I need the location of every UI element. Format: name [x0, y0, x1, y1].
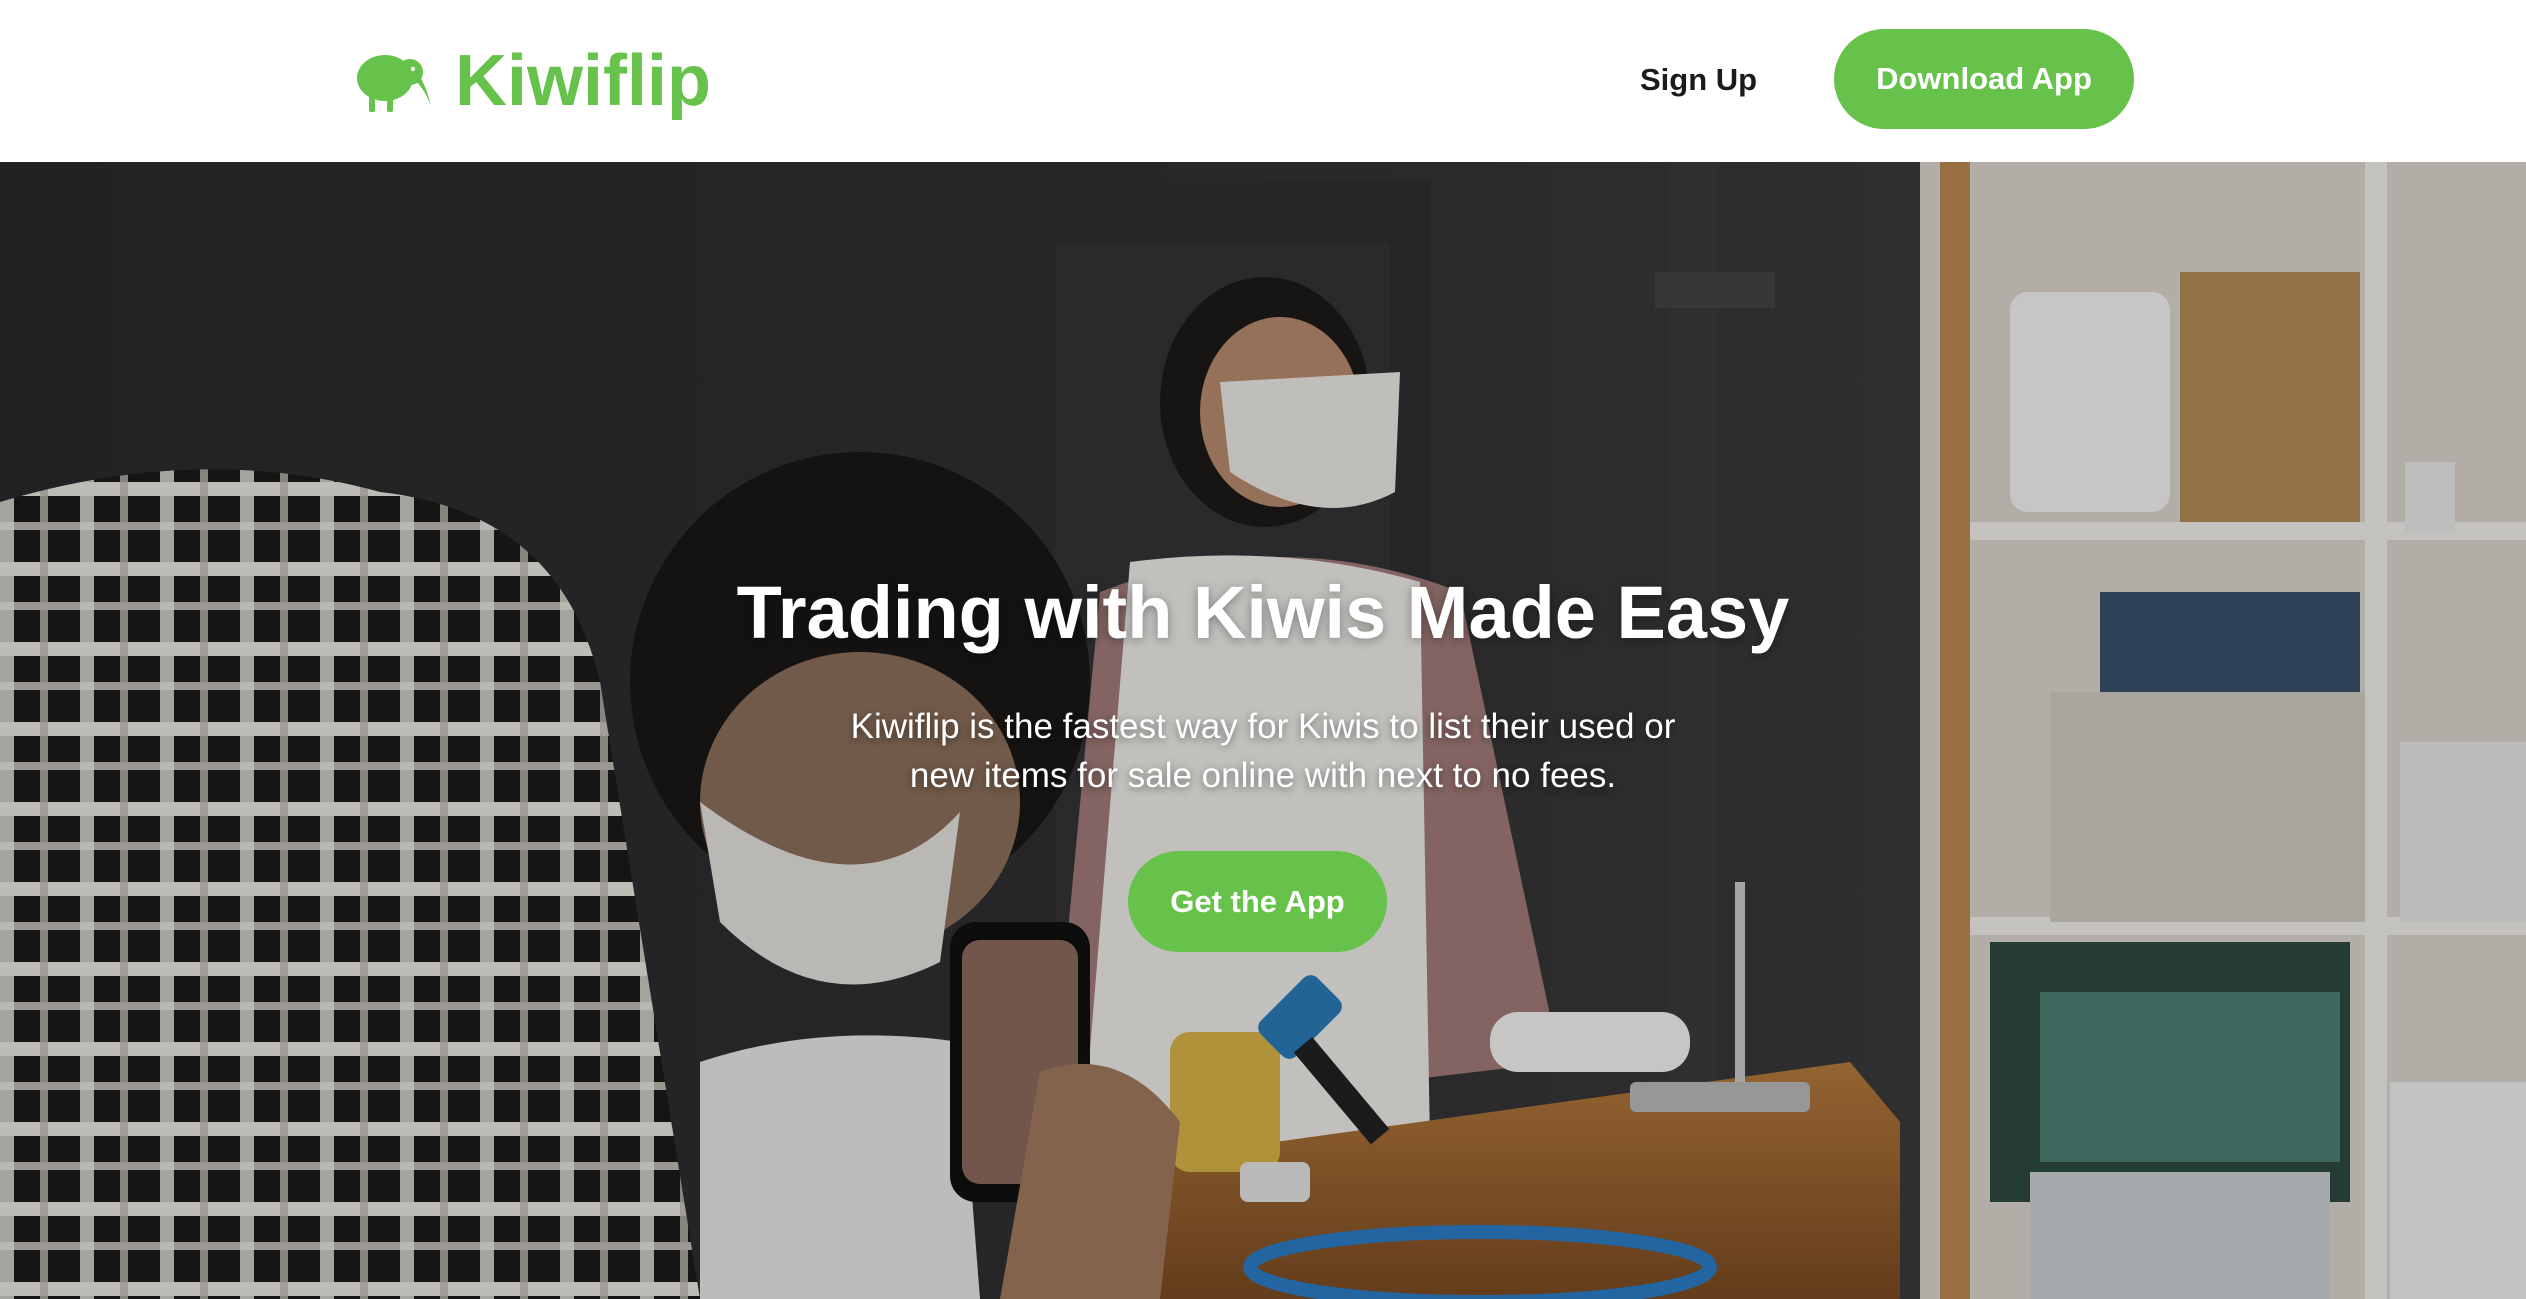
kiwi-bird-icon — [357, 55, 431, 112]
download-app-button[interactable]: Download App — [1834, 29, 2134, 129]
hero-subtitle-line-2: new items for sale online with next to n… — [909, 756, 1617, 795]
brand-name: Kiwiflip — [455, 41, 711, 121]
sign-up-link[interactable]: Sign Up — [1640, 55, 1757, 105]
hero-section: Trading with Kiwis Made Easy Kiwiflip is… — [0, 162, 2526, 1299]
hero-subtitle-line-1: Kiwiflip is the fastest way for Kiwis to… — [850, 707, 1676, 746]
get-the-app-button[interactable]: Get the App — [1128, 851, 1387, 952]
top-navbar: Kiwiflip Sign Up Download App — [0, 0, 2526, 162]
hero-subtitle: Kiwiflip is the fastest way for Kiwis to… — [803, 702, 1723, 800]
brand-logo-link[interactable]: Kiwiflip — [355, 38, 711, 124]
hero-title: Trading with Kiwis Made Easy — [736, 571, 1790, 654]
